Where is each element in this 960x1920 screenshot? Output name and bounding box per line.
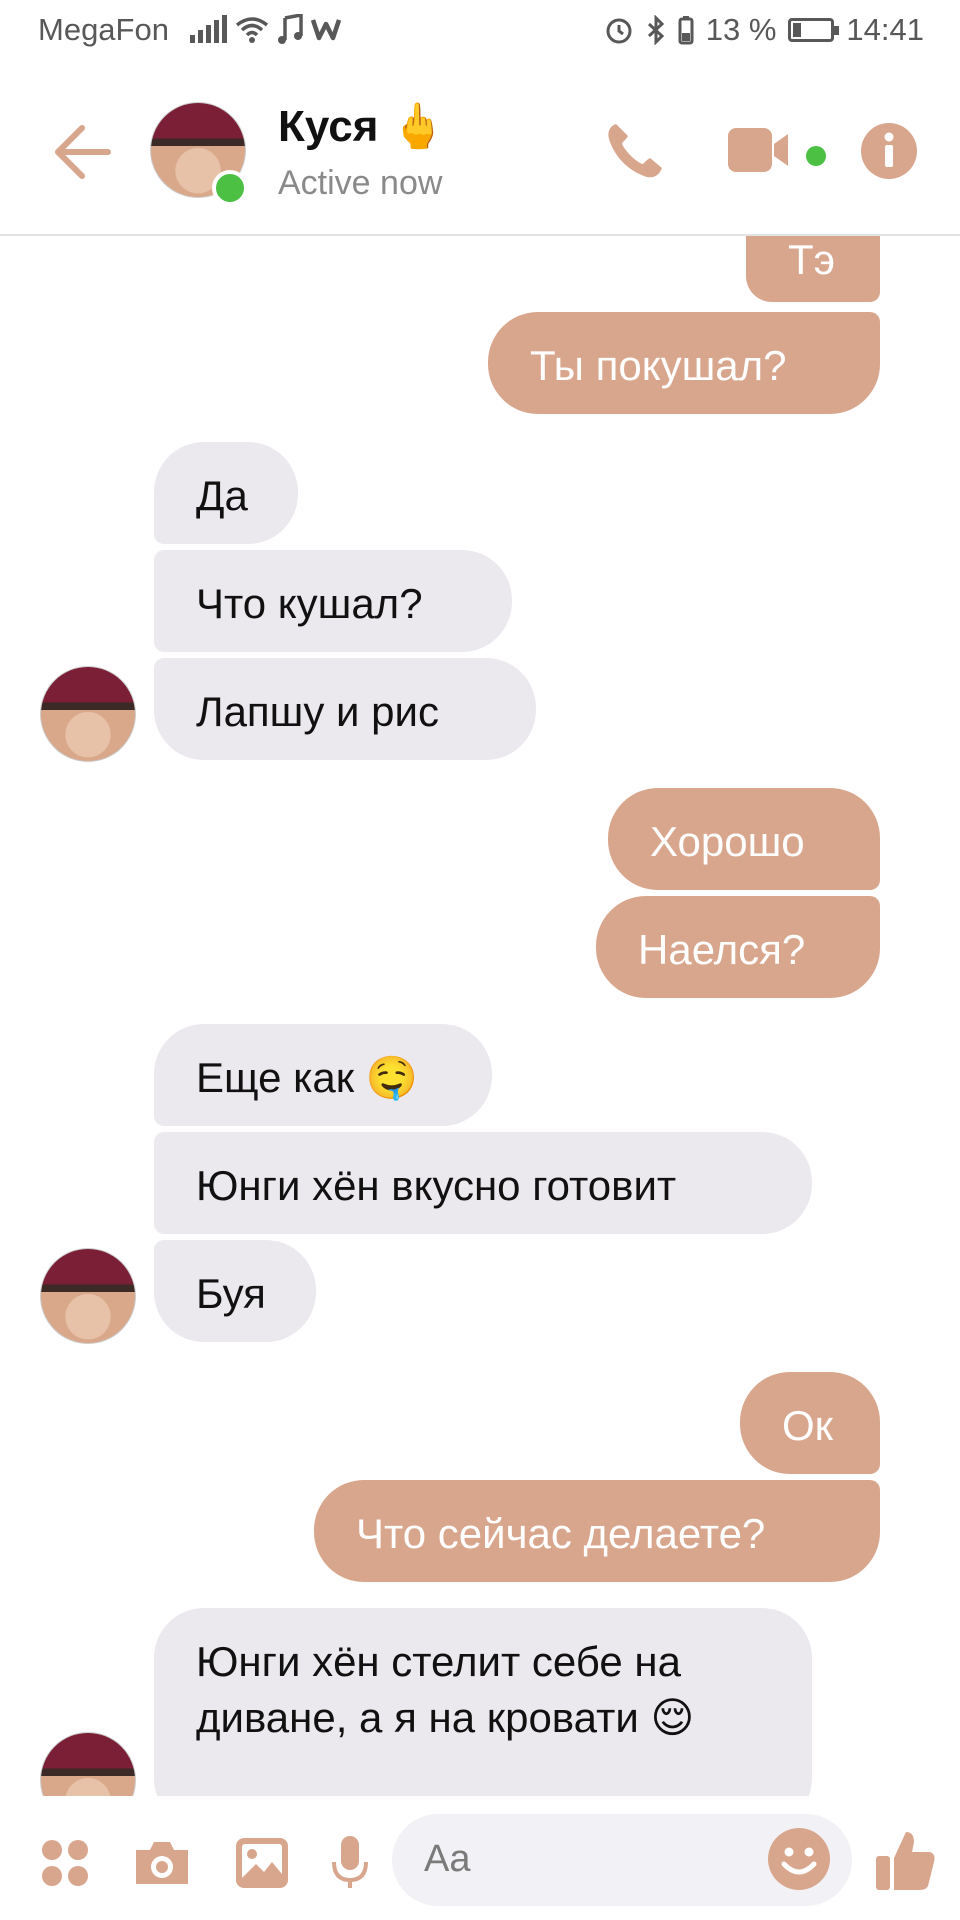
phone-call-icon[interactable] <box>602 118 666 182</box>
bluetooth-icon <box>647 15 664 45</box>
back-arrow-icon[interactable] <box>52 124 112 180</box>
status-left-icons <box>190 14 341 44</box>
contact-name-emoji: 🖕 <box>390 102 446 151</box>
battery-percent: 13 % <box>705 12 777 47</box>
chat-header: Куся 🖕 Active now <box>0 66 960 236</box>
message-bubble-incoming[interactable]: Лапшу и рис <box>154 658 536 760</box>
message-bubble-incoming[interactable]: Что кушал? <box>154 550 512 652</box>
message-bubble-incoming[interactable]: Да <box>154 442 298 544</box>
info-icon[interactable] <box>860 122 918 180</box>
contact-name-row[interactable]: Куся 🖕 <box>278 100 445 152</box>
contact-name: Куся <box>278 102 379 151</box>
active-status: Active now <box>278 164 443 202</box>
battery-small-icon <box>678 16 694 45</box>
battery-icon <box>788 18 840 42</box>
message-bubble-incoming[interactable]: Юнги хён вкусно готовит <box>154 1132 812 1234</box>
message-bubble-outgoing[interactable]: Ты покушал? <box>488 312 880 414</box>
status-bar: MegaFon 13 % 14:41 <box>0 0 960 66</box>
message-bubble-outgoing[interactable]: Тэ <box>746 236 880 302</box>
wifi-icon <box>235 17 269 43</box>
more-options-icon[interactable] <box>40 1838 90 1888</box>
message-bubble-incoming[interactable]: Юнги хён стелит себе на диване, а я на к… <box>154 1608 812 1796</box>
contact-avatar-small[interactable] <box>40 1248 136 1344</box>
clock: 14:41 <box>846 12 924 47</box>
gallery-icon[interactable] <box>234 1836 290 1890</box>
emoji-icon[interactable] <box>766 1826 832 1892</box>
video-active-dot <box>806 146 826 166</box>
camera-icon[interactable] <box>132 1838 192 1888</box>
status-right-icons: 13 % 14:41 <box>604 12 924 48</box>
online-indicator <box>212 170 248 206</box>
message-bubble-outgoing[interactable]: Что сейчас делаете? <box>314 1480 880 1582</box>
message-bubble-incoming[interactable]: Буя <box>154 1240 316 1342</box>
composer-bar: Aa <box>0 1800 960 1920</box>
message-bubble-outgoing[interactable]: Хорошо <box>608 788 880 890</box>
carrier-label: MegaFon <box>38 12 169 47</box>
message-bubble-incoming[interactable]: Еще как 🤤 <box>154 1024 492 1126</box>
thumbs-up-icon[interactable] <box>874 1828 938 1894</box>
video-call-icon[interactable] <box>726 124 796 176</box>
message-bubble-outgoing[interactable]: Ок <box>740 1372 880 1474</box>
alarm-icon <box>606 18 632 44</box>
signal-icon <box>190 15 227 43</box>
contact-avatar-small[interactable] <box>40 666 136 762</box>
message-bubble-outgoing[interactable]: Наелся? <box>596 896 880 998</box>
music-note-icon <box>278 14 303 44</box>
message-thread[interactable]: Тэ Ты покушал? Да Что кушал? Лапшу и рис… <box>0 236 960 1796</box>
message-input[interactable]: Aa <box>392 1814 852 1906</box>
contact-avatar-small[interactable] <box>40 1732 136 1796</box>
message-input-placeholder: Aa <box>424 1838 471 1880</box>
microphone-icon[interactable] <box>330 1834 370 1892</box>
wattpad-icon <box>311 19 341 41</box>
